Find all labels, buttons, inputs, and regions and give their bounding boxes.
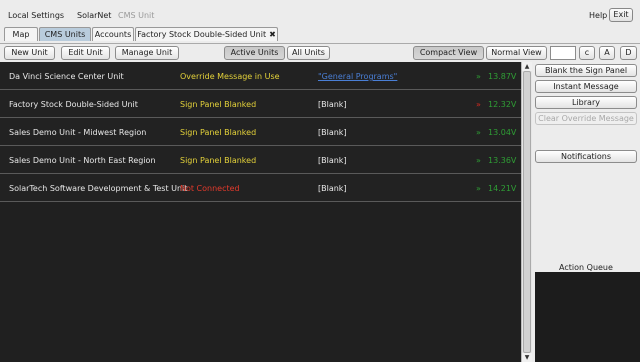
unit-message: [Blank] [318, 156, 347, 165]
all-units-button[interactable]: All Units [287, 46, 330, 60]
clear-override-button[interactable]: Clear Override Message [535, 112, 637, 125]
menu-cms-unit[interactable]: CMS Unit [118, 11, 154, 20]
action-queue-list[interactable] [535, 272, 640, 362]
signal-indicator-icon: » [476, 100, 481, 109]
unit-voltage: 13.04V [488, 128, 517, 137]
library-button[interactable]: Library [535, 96, 637, 109]
toolbar: New Unit Edit Unit Manage Unit Active Un… [0, 43, 640, 61]
normal-view-button[interactable]: Normal View [486, 46, 547, 60]
exit-button[interactable]: Exit [609, 8, 633, 22]
menu-help[interactable]: Help [589, 11, 607, 20]
unit-name: Sales Demo Unit - Midwest Region [9, 128, 147, 137]
signal-indicator-icon: » [476, 72, 481, 81]
unit-message-link[interactable]: "General Programs" [318, 72, 397, 81]
unit-message: [Blank] [318, 100, 347, 109]
scroll-up-icon[interactable]: ▲ [522, 62, 532, 71]
signal-indicator-icon: » [476, 128, 481, 137]
unit-status: Sign Panel Blanked [180, 128, 257, 137]
tab-cms-units[interactable]: CMS Units [39, 27, 91, 41]
tab-accounts[interactable]: Accounts [92, 27, 134, 41]
vertical-scrollbar[interactable]: ▲ ▼ [521, 62, 532, 362]
instant-message-button[interactable]: Instant Message [535, 80, 637, 93]
compact-view-button[interactable]: Compact View [413, 46, 484, 60]
unit-name: SolarTech Software Development & Test Un… [9, 184, 188, 193]
signal-indicator-icon: » [476, 184, 481, 193]
unit-row[interactable]: Factory Stock Double-Sided Unit Sign Pan… [0, 90, 521, 118]
unit-row[interactable]: Da Vinci Science Center Unit Override Me… [0, 62, 521, 90]
tab-factory-stock-unit[interactable]: Factory Stock Double-Sided Unit ✖ [135, 27, 278, 41]
scroll-thumb[interactable] [523, 71, 531, 353]
unit-row[interactable]: SolarTech Software Development & Test Un… [0, 174, 521, 202]
unit-name: Factory Stock Double-Sided Unit [9, 100, 138, 109]
action-panel: Blank the Sign Panel Instant Message Lib… [532, 62, 640, 362]
unit-voltage: 12.32V [488, 100, 517, 109]
unit-status: Sign Panel Blanked [180, 156, 257, 165]
unit-row[interactable]: Sales Demo Unit - North East Region Sign… [0, 146, 521, 174]
unit-name: Da Vinci Science Center Unit [9, 72, 124, 81]
unit-row[interactable]: Sales Demo Unit - Midwest Region Sign Pa… [0, 118, 521, 146]
edit-unit-button[interactable]: Edit Unit [61, 46, 110, 60]
unit-name: Sales Demo Unit - North East Region [9, 156, 156, 165]
unit-voltage: 13.87V [488, 72, 517, 81]
notifications-button[interactable]: Notifications [535, 150, 637, 163]
menu-local-settings[interactable]: Local Settings [8, 11, 64, 20]
unit-message: [Blank] [318, 128, 347, 137]
unit-status: Not Connected [180, 184, 240, 193]
unit-status: Override Message in Use [180, 72, 280, 81]
action-queue-label: Action Queue [559, 263, 613, 272]
d-button[interactable]: D [620, 46, 637, 60]
a-button[interactable]: A [599, 46, 615, 60]
blank-sign-panel-button[interactable]: Blank the Sign Panel [535, 64, 637, 77]
close-icon[interactable]: ✖ [269, 30, 276, 39]
menu-bar: Local Settings SolarNet CMS Unit Help Ex… [0, 0, 640, 26]
unit-list: Da Vinci Science Center Unit Override Me… [0, 62, 521, 362]
tab-map[interactable]: Map [4, 27, 38, 41]
c-button[interactable]: c [579, 46, 595, 60]
unit-message: [Blank] [318, 184, 347, 193]
unit-status: Sign Panel Blanked [180, 100, 257, 109]
unit-voltage: 14.21V [488, 184, 517, 193]
scroll-down-icon[interactable]: ▼ [522, 353, 532, 362]
manage-unit-button[interactable]: Manage Unit [115, 46, 179, 60]
unit-voltage: 13.36V [488, 156, 517, 165]
tab-label: Factory Stock Double-Sided Unit [137, 30, 267, 39]
active-units-button[interactable]: Active Units [224, 46, 285, 60]
signal-indicator-icon: » [476, 156, 481, 165]
search-input[interactable] [550, 46, 576, 60]
menu-solarnet[interactable]: SolarNet [77, 11, 111, 20]
new-unit-button[interactable]: New Unit [4, 46, 55, 60]
